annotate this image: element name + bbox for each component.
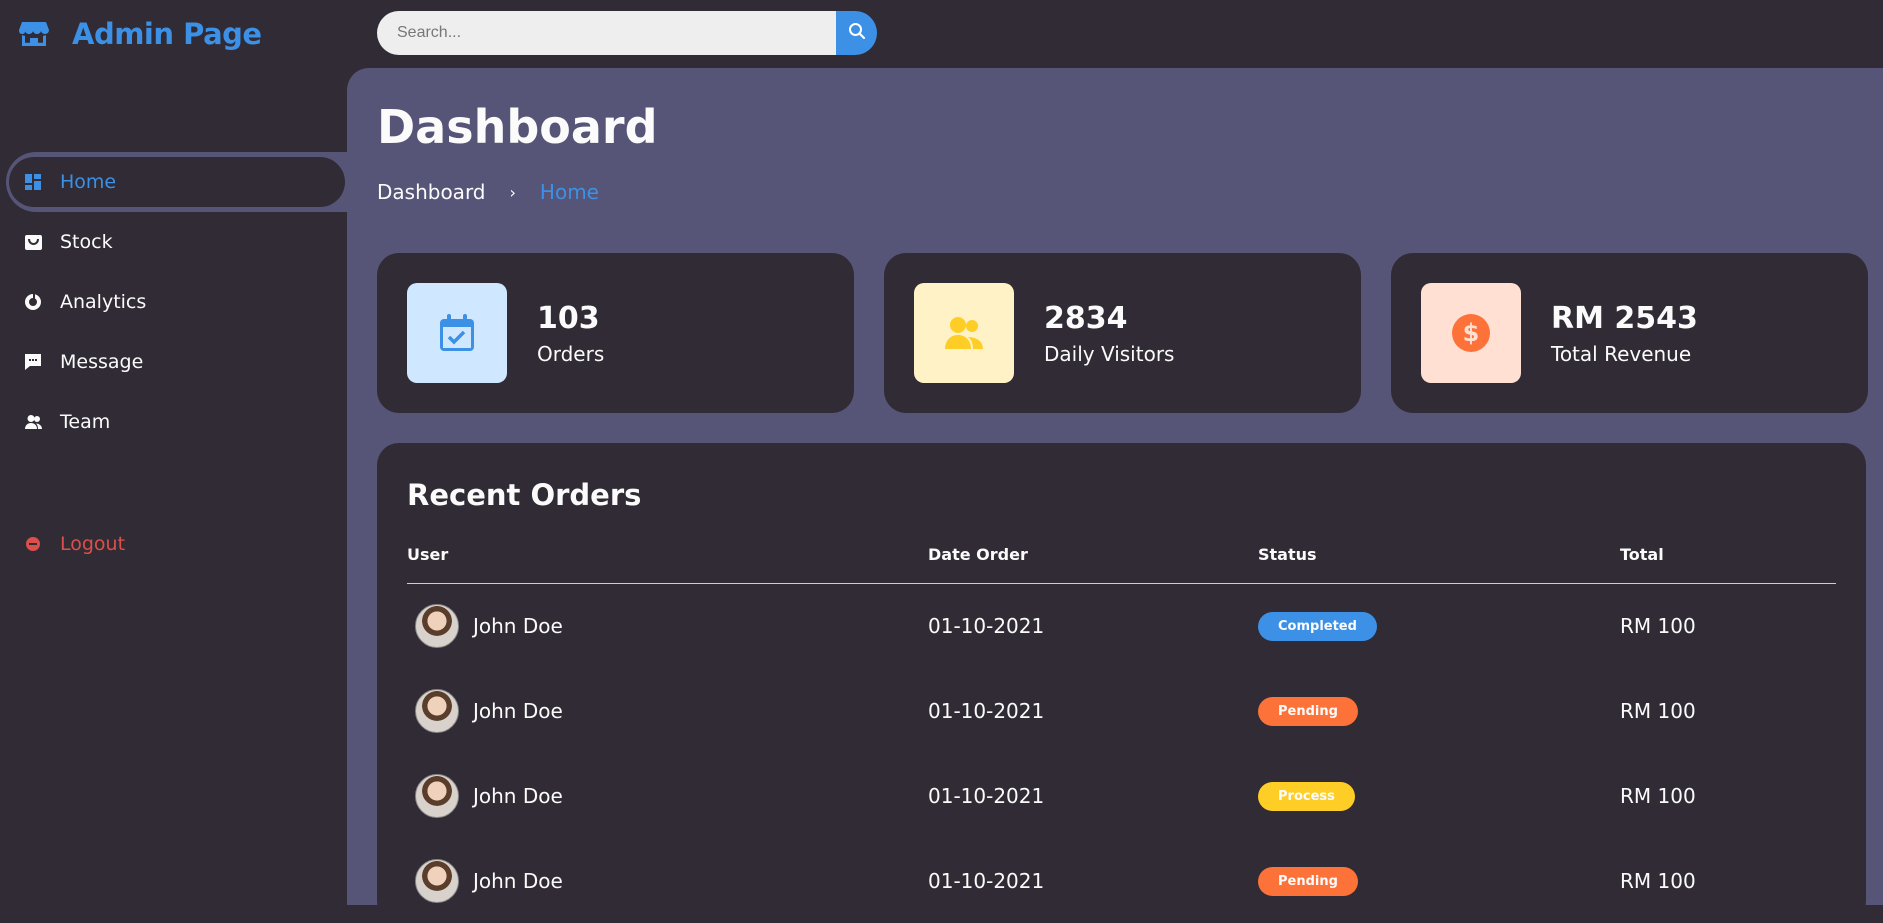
status-badge: Pending — [1258, 696, 1358, 726]
sidebar-item-analytics[interactable]: Analytics — [0, 272, 347, 332]
side-menu: Home Stock Analytics Message Team — [0, 152, 347, 452]
logout-menu: Logout — [0, 514, 347, 574]
order-total: RM 100 — [1620, 613, 1696, 638]
sidebar-item-label: Message — [60, 351, 144, 373]
breadcrumb: Dashboard › Home — [377, 180, 599, 204]
user-name: John Doe — [473, 613, 563, 638]
sidebar: Admin Page Home Stock Analytics Message … — [0, 0, 347, 905]
user-name: John Doe — [473, 868, 563, 893]
dashboard-icon — [24, 173, 42, 191]
column-header-total: Total — [1620, 543, 1836, 584]
logout-label: Logout — [60, 533, 126, 555]
store-icon — [18, 18, 50, 50]
table-row[interactable]: John Doe 01-10-2021 Pending RM 100 — [407, 838, 1836, 923]
table-row[interactable]: John Doe 01-10-2021 Pending RM 100 — [407, 668, 1836, 753]
logout-icon — [24, 535, 42, 553]
sidebar-item-label: Team — [60, 411, 111, 433]
sidebar-item-home[interactable]: Home — [6, 152, 347, 212]
calendar-check-icon — [407, 283, 507, 383]
table-header-row: User Date Order Status Total — [407, 543, 1836, 584]
brand-title: Admin Page — [72, 17, 262, 51]
column-header-user: User — [407, 543, 928, 584]
breadcrumb-dashboard[interactable]: Dashboard — [377, 180, 486, 204]
breadcrumb-home[interactable]: Home — [540, 180, 599, 204]
main-content: Dashboard Dashboard › Home 103 Orders 28… — [347, 68, 1883, 923]
logout-button[interactable]: Logout — [0, 514, 347, 574]
recent-orders-panel: Recent Orders User Date Order Status Tot… — [377, 443, 1866, 923]
status-badge: Process — [1258, 781, 1355, 811]
column-header-status: Status — [1258, 543, 1620, 584]
sidebar-item-label: Home — [60, 171, 117, 193]
sidebar-item-label: Analytics — [60, 291, 147, 313]
svg-text:$: $ — [1463, 319, 1480, 347]
avatar — [415, 688, 459, 733]
order-date: 01-10-2021 — [928, 783, 1045, 808]
doughnut-chart-icon — [24, 293, 42, 311]
table-row[interactable]: John Doe 01-10-2021 Completed RM 100 — [407, 583, 1836, 668]
avatar — [415, 603, 459, 648]
avatar — [415, 773, 459, 818]
orders-label: Orders — [537, 341, 605, 366]
orders-count: 103 — [537, 300, 600, 336]
revenue-amount: RM 2543 — [1551, 300, 1698, 336]
card-revenue: $ RM 2543 Total Revenue — [1391, 253, 1868, 413]
dollar-circle-icon: $ — [1421, 283, 1521, 383]
brand[interactable]: Admin Page — [18, 12, 262, 56]
order-date: 01-10-2021 — [928, 868, 1045, 893]
group-icon — [914, 283, 1014, 383]
table-row[interactable]: John Doe 01-10-2021 Process RM 100 — [407, 753, 1836, 838]
orders-table: User Date Order Status Total John Doe 01… — [407, 543, 1836, 923]
user-name: John Doe — [473, 783, 563, 808]
search-input[interactable] — [377, 11, 837, 55]
search-form — [377, 11, 877, 55]
search-icon — [848, 22, 866, 44]
column-header-date: Date Order — [928, 543, 1258, 584]
visitors-label: Daily Visitors — [1044, 341, 1175, 366]
summary-cards: 103 Orders 2834 Daily Visitors $ RM 2543… — [377, 253, 1868, 413]
order-date: 01-10-2021 — [928, 613, 1045, 638]
message-icon — [24, 353, 42, 371]
status-badge: Pending — [1258, 866, 1358, 896]
sidebar-item-label: Stock — [60, 231, 113, 253]
card-visitors: 2834 Daily Visitors — [884, 253, 1361, 413]
card-orders: 103 Orders — [377, 253, 854, 413]
revenue-label: Total Revenue — [1551, 341, 1692, 366]
avatar — [415, 858, 459, 903]
order-total: RM 100 — [1620, 698, 1696, 723]
group-icon — [24, 413, 42, 431]
sidebar-item-team[interactable]: Team — [0, 392, 347, 452]
order-total: RM 100 — [1620, 783, 1696, 808]
sidebar-item-message[interactable]: Message — [0, 332, 347, 392]
order-date: 01-10-2021 — [928, 698, 1045, 723]
search-button[interactable] — [836, 11, 877, 55]
order-total: RM 100 — [1620, 868, 1696, 893]
visitors-count: 2834 — [1044, 300, 1128, 336]
shopping-bag-icon — [24, 233, 42, 251]
chevron-right-icon: › — [509, 182, 516, 202]
page-title: Dashboard — [377, 100, 658, 154]
status-badge: Completed — [1258, 611, 1377, 641]
sidebar-item-stock[interactable]: Stock — [0, 212, 347, 272]
user-name: John Doe — [473, 698, 563, 723]
recent-orders-title: Recent Orders — [407, 478, 642, 512]
